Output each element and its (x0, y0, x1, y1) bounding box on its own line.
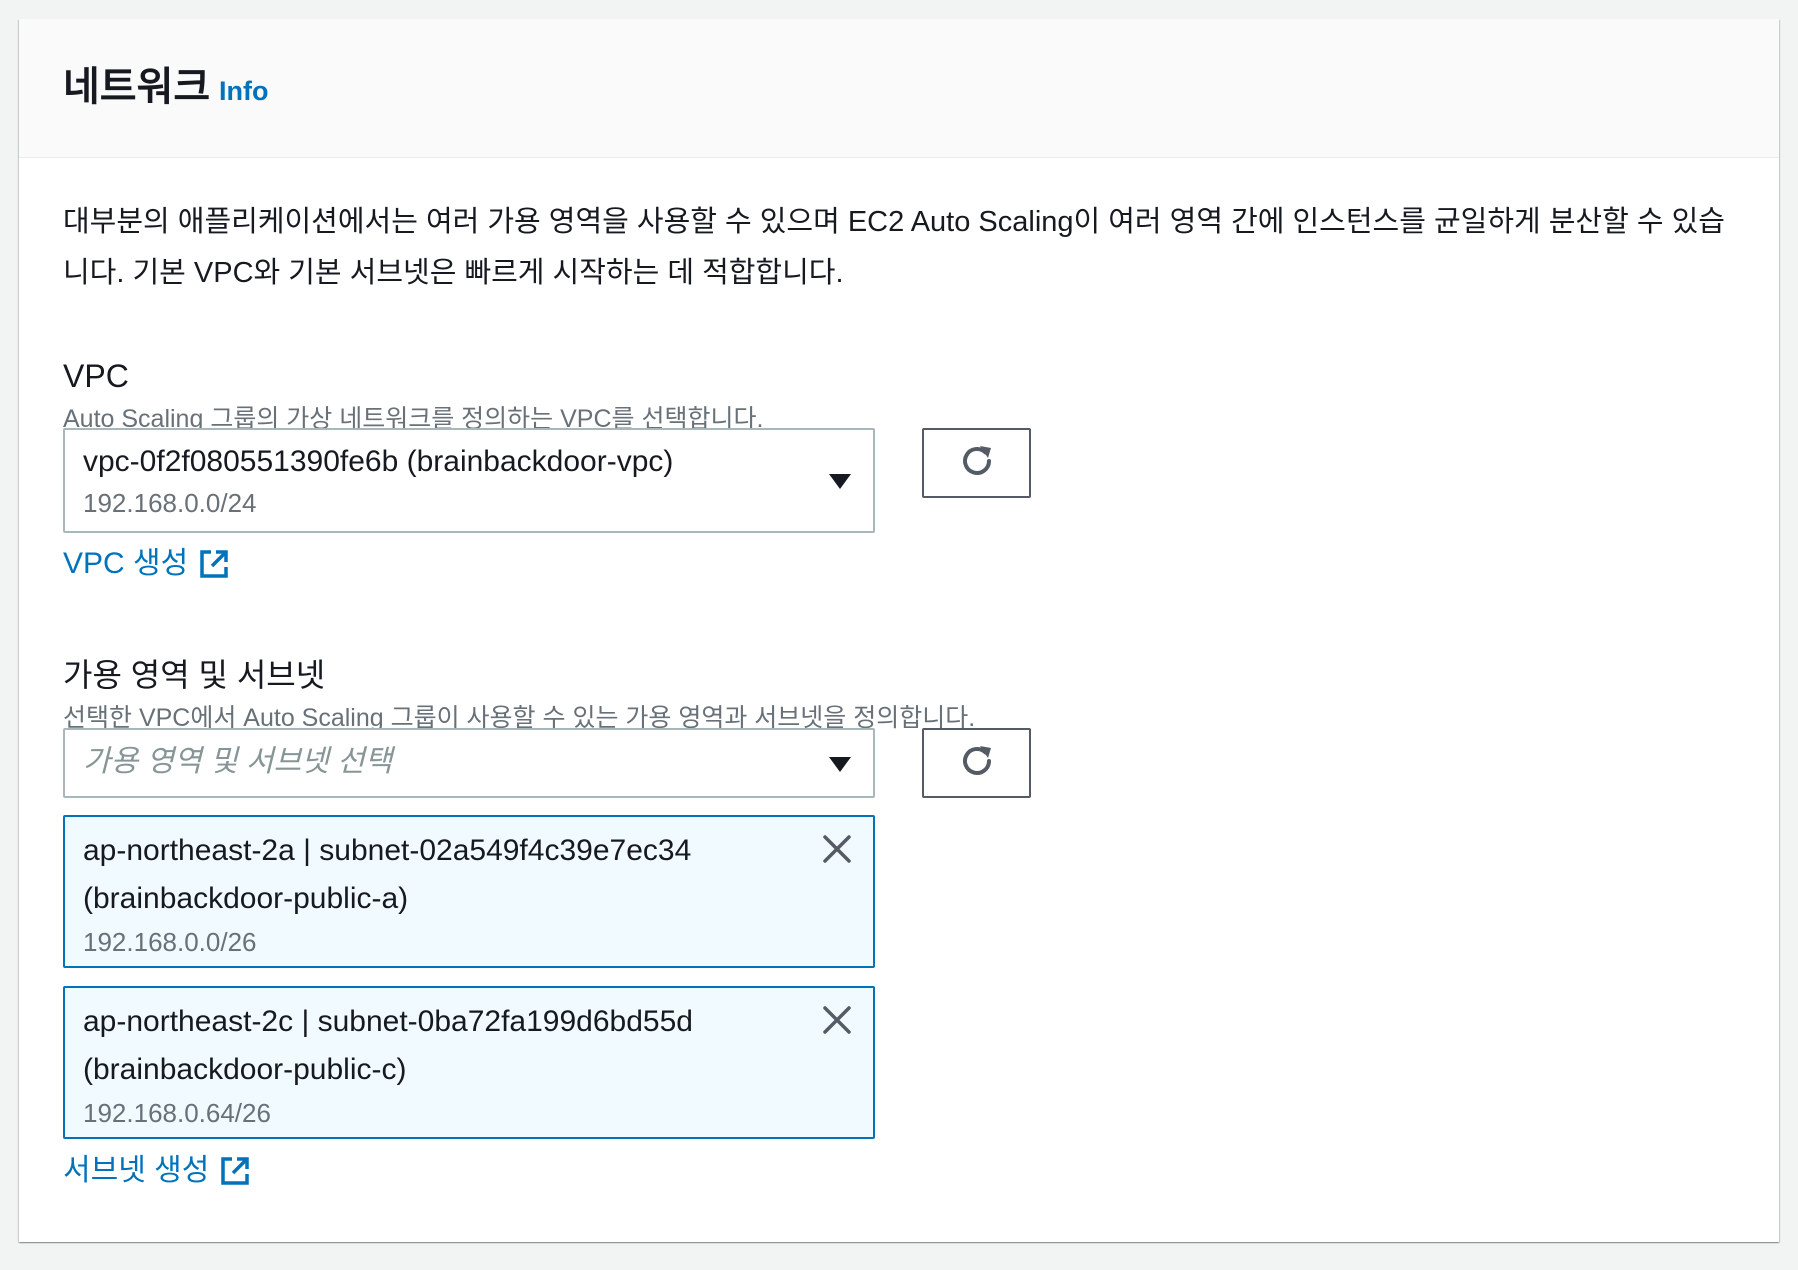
caret-down-icon (829, 757, 851, 772)
subnet-token-name: (brainbackdoor-public-a) (83, 882, 409, 915)
caret-down-icon (829, 474, 851, 489)
close-icon (822, 834, 852, 869)
network-panel: 네트워크 Info 대부분의 애플리케이션에서는 여러 가용 영역을 사용할 수… (19, 19, 1779, 1242)
vpc-refresh-button[interactable] (922, 428, 1031, 498)
subnet-token-cidr: 192.168.0.64/26 (83, 1098, 271, 1128)
external-link-icon (198, 548, 230, 580)
vpc-selected-cidr: 192.168.0.0/24 (83, 488, 257, 518)
create-vpc-link-label: VPC 생성 (63, 547, 189, 580)
vpc-selected-value: vpc-0f2f080551390fe6b (brainbackdoor-vpc… (83, 445, 674, 478)
create-vpc-link[interactable]: VPC 생성 (63, 546, 230, 582)
subnet-token: ap-northeast-2c | subnet-0ba72fa199d6bd5… (63, 986, 875, 1139)
subnets-label: 가용 영역 및 서브넷 (63, 657, 326, 693)
subnet-token: ap-northeast-2a | subnet-02a549f4c39e7ec… (63, 815, 875, 968)
remove-subnet-button[interactable] (819, 833, 855, 869)
panel-title: 네트워크 (63, 65, 211, 109)
refresh-icon (958, 442, 996, 485)
panel-description: 대부분의 애플리케이션에서는 여러 가용 영역을 사용할 수 있으며 EC2 A… (63, 197, 1763, 299)
create-subnet-link-label: 서브넷 생성 (63, 1154, 210, 1187)
subnet-token-cidr: 192.168.0.0/26 (83, 927, 257, 957)
close-icon (822, 1005, 852, 1040)
subnets-placeholder: 가용 영역 및 서브넷 선택 (83, 745, 393, 778)
create-subnet-link[interactable]: 서브넷 생성 (63, 1153, 251, 1189)
subnets-refresh-button[interactable] (922, 728, 1031, 798)
external-link-icon (219, 1155, 251, 1187)
subnet-token-id: ap-northeast-2c | subnet-0ba72fa199d6bd5… (83, 1005, 693, 1038)
vpc-select[interactable]: vpc-0f2f080551390fe6b (brainbackdoor-vpc… (63, 428, 875, 533)
subnet-token-name: (brainbackdoor-public-c) (83, 1053, 407, 1086)
info-link[interactable]: Info (219, 75, 268, 107)
description-line-1: 대부분의 애플리케이션에서는 여러 가용 영역을 사용할 수 있으며 EC2 A… (63, 206, 1725, 238)
subnet-token-id: ap-northeast-2a | subnet-02a549f4c39e7ec… (83, 834, 692, 867)
vpc-label: VPC (63, 358, 129, 394)
refresh-icon (958, 742, 996, 785)
description-line-2: 니다. 기본 VPC와 기본 서브넷은 빠르게 시작하는 데 적합합니다. (63, 257, 844, 289)
subnets-select[interactable]: 가용 영역 및 서브넷 선택 (63, 728, 875, 798)
panel-header: 네트워크 Info (19, 19, 1779, 158)
remove-subnet-button[interactable] (819, 1004, 855, 1040)
